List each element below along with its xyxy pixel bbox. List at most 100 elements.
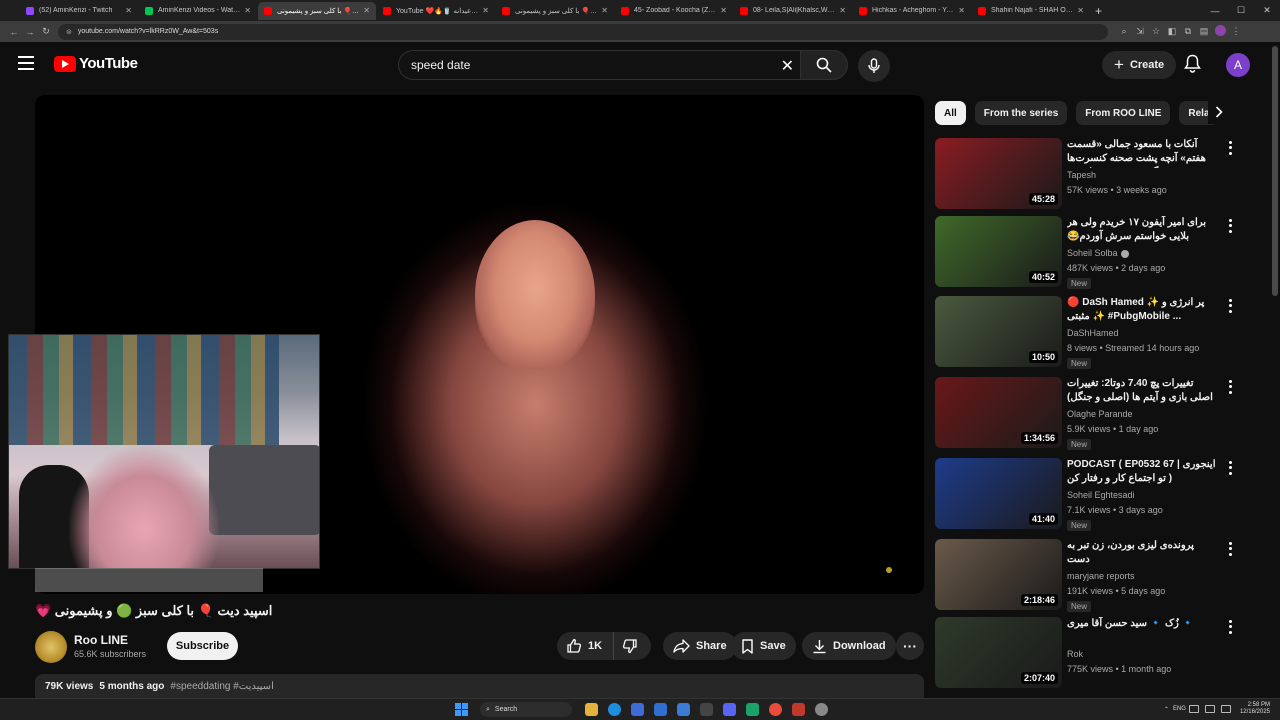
- filter-chip[interactable]: From the series: [974, 101, 1068, 125]
- video-thumbnail[interactable]: 2:07:40: [935, 617, 1062, 688]
- media-player-icon[interactable]: [815, 703, 828, 716]
- save-button[interactable]: Save: [731, 632, 796, 660]
- filter-chip[interactable]: All: [935, 101, 966, 125]
- channel-name[interactable]: Roo LINE: [74, 633, 128, 647]
- recommendation-channel[interactable]: DaShHamed: [1067, 328, 1119, 338]
- more-options-icon[interactable]: [1225, 460, 1235, 476]
- recommendation-item[interactable]: 45:28 آنکات با مسعود جمالی «قسمت هفتم» آن…: [935, 138, 1245, 210]
- chat-app-icon[interactable]: [746, 703, 759, 716]
- app-red-icon[interactable]: [792, 703, 805, 716]
- video-thumbnail[interactable]: 40:52: [935, 216, 1062, 287]
- terminal-icon[interactable]: [700, 703, 713, 716]
- tab-close-icon[interactable]: ✕: [958, 6, 965, 15]
- tab-close-icon[interactable]: ✕: [125, 6, 132, 15]
- video-thumbnail[interactable]: 2:18:46: [935, 539, 1062, 610]
- browser-tab[interactable]: (52) AminKenzi - Twitch ✕: [20, 2, 138, 20]
- recommendation-item[interactable]: 2:18:46 پرونده‌ی لیزی بوردن، زن تبر به دس…: [935, 539, 1245, 612]
- discord-icon[interactable]: [723, 703, 736, 716]
- store-icon[interactable]: [631, 703, 644, 716]
- like-button[interactable]: 1K: [557, 632, 614, 660]
- more-options-icon[interactable]: [1225, 619, 1235, 635]
- recommendation-channel[interactable]: maryjane reports: [1067, 571, 1135, 581]
- recommendation-channel[interactable]: Soheil Solba: [1067, 248, 1129, 258]
- vscode-icon[interactable]: [654, 703, 667, 716]
- minimize-icon[interactable]: —: [1202, 6, 1228, 16]
- video-thumbnail[interactable]: 10:50: [935, 296, 1062, 367]
- tray-chevron-icon[interactable]: ⌃: [1164, 706, 1169, 713]
- more-options-icon[interactable]: [1225, 541, 1235, 557]
- recommendation-channel[interactable]: Rok: [1067, 649, 1083, 659]
- back-icon[interactable]: ←: [6, 27, 22, 37]
- tab-close-icon[interactable]: ✕: [363, 6, 370, 15]
- recommendation-item[interactable]: 41:40 اینجوری | 67 PODCAST ( EP0532 ) تو …: [935, 458, 1245, 531]
- recommendation-title[interactable]: آنکات با مسعود جمالی «قسمت هفتم» آنچه پش…: [1067, 138, 1217, 168]
- clock[interactable]: 2:58 PM 12/16/2025: [1240, 702, 1270, 716]
- volume-icon[interactable]: [1204, 705, 1215, 713]
- browser-menu-icon[interactable]: ⋮: [1228, 26, 1244, 37]
- search-button[interactable]: [800, 50, 848, 80]
- edge-icon[interactable]: [608, 703, 621, 716]
- page-scrollbar[interactable]: [1272, 46, 1278, 296]
- channel-avatar[interactable]: [35, 631, 67, 663]
- youtube-logo[interactable]: YouTube: [54, 55, 138, 72]
- menu-icon[interactable]: [18, 56, 34, 70]
- tab-close-icon[interactable]: ✕: [601, 6, 608, 15]
- recommendation-title[interactable]: 🔴 DaSh Hamed ✨ پر انرژی و مثبتی ✨ #PubgM…: [1067, 296, 1217, 324]
- recommendation-title[interactable]: اینجوری | 67 PODCAST ( EP0532 ) تو اجتما…: [1067, 458, 1217, 486]
- taskbar-search[interactable]: ⌕ Search: [480, 702, 572, 717]
- site-info-icon[interactable]: ⊜: [66, 28, 72, 36]
- recommendation-title[interactable]: 🔹 زُک 🔹 سید حسن آقا میری: [1067, 617, 1217, 631]
- browser-tab[interactable]: اسپید دیت 🎈 با کلی سبز و پشیمونی ✕: [258, 1, 376, 20]
- browser-tab[interactable]: اسپید دیت 🎈 با کلی سبز و پشیمونی ✕: [496, 2, 614, 20]
- download-button[interactable]: Download: [802, 632, 896, 660]
- voice-search-button[interactable]: [858, 50, 890, 82]
- url-field[interactable]: ⊜ youtube.com/watch?v=lkRRz0W_Aw&t=503s: [58, 23, 1108, 40]
- tab-close-icon[interactable]: ✕: [482, 6, 489, 15]
- tab-close-icon[interactable]: ✕: [244, 6, 251, 15]
- new-tab-button[interactable]: +: [1095, 4, 1102, 18]
- dislike-button[interactable]: [614, 632, 651, 660]
- recommendation-item[interactable]: 2:07:40 🔹 زُک 🔹 سید حسن آقا میری Rok 775K v…: [935, 617, 1245, 689]
- language-indicator[interactable]: ENG: [1173, 706, 1186, 712]
- account-avatar[interactable]: A: [1226, 53, 1250, 77]
- windows-start-icon[interactable]: [455, 703, 468, 716]
- close-window-icon[interactable]: ✕: [1254, 5, 1280, 16]
- profile-icon[interactable]: [1212, 25, 1228, 38]
- recommendation-title[interactable]: تغییرات پچ 7.40 دوتا2: تغییرات اصلی بازی…: [1067, 377, 1217, 405]
- browser-tab[interactable]: AminKenzi Videos - Watch On✕: [139, 2, 257, 20]
- video-thumbnail[interactable]: 1:34:56: [935, 377, 1062, 448]
- browser-tab[interactable]: Shahin Najafi - SHAH Official M ✕: [972, 2, 1090, 20]
- sidebar-icon[interactable]: ▤: [1196, 26, 1212, 37]
- hashtags[interactable]: #speeddating #اسپیدیت: [170, 681, 273, 692]
- clear-search-icon[interactable]: ✕: [781, 56, 794, 76]
- network-icon[interactable]: [1188, 705, 1199, 713]
- more-options-icon[interactable]: [1225, 140, 1235, 156]
- browser-tab[interactable]: YouTube ❤️🔥🥤 موجو عیدانه ✕: [377, 2, 495, 20]
- chips-next-button[interactable]: [1208, 100, 1230, 124]
- install-icon[interactable]: ⇲: [1132, 26, 1148, 37]
- browser-tab[interactable]: 08- Leila,S|Ali|Khalsc,Wilson,Sc ✕: [734, 2, 852, 20]
- browser-tab[interactable]: 45- Zoobad - Koocha (Zoobad)✕: [615, 2, 733, 20]
- more-options-icon[interactable]: [1225, 298, 1235, 314]
- bookmark-star-icon[interactable]: ☆: [1148, 26, 1164, 37]
- file-explorer-icon[interactable]: [585, 703, 598, 716]
- reload-icon[interactable]: ↻: [38, 26, 54, 37]
- more-options-icon[interactable]: [1225, 218, 1235, 234]
- notifications-button[interactable]: [1184, 54, 1201, 78]
- recommendation-title[interactable]: پرونده‌ی لیزی بوردن، زن تبر به دست: [1067, 539, 1217, 567]
- extension-icon[interactable]: ◧: [1164, 26, 1180, 37]
- recommendation-channel[interactable]: Tapesh: [1067, 170, 1096, 180]
- maximize-icon[interactable]: ☐: [1228, 5, 1254, 16]
- filter-chip[interactable]: From ROO LINE: [1076, 101, 1171, 125]
- recommendation-item[interactable]: 1:34:56 تغییرات پچ 7.40 دوتا2: تغییرات اص…: [935, 377, 1245, 450]
- recommendation-item[interactable]: 10:50 🔴 DaSh Hamed ✨ پر انرژی و مثبتی ✨ #…: [935, 296, 1245, 369]
- more-actions-button[interactable]: ···: [896, 632, 924, 660]
- tab-close-icon[interactable]: ✕: [839, 6, 846, 15]
- recommendation-channel[interactable]: Olaghe Parande: [1067, 409, 1133, 419]
- recommendation-item[interactable]: 40:52 برای امیر آیفون ۱۷ خریدم ولی هر بلا…: [935, 216, 1245, 289]
- extensions-puzzle-icon[interactable]: ⧉: [1180, 26, 1196, 37]
- forward-icon[interactable]: →: [22, 27, 38, 37]
- more-options-icon[interactable]: [1225, 379, 1235, 395]
- browser-tab[interactable]: Hichkas - Acheghom - YouTube✕: [853, 2, 971, 20]
- tab-close-icon[interactable]: ✕: [720, 6, 727, 15]
